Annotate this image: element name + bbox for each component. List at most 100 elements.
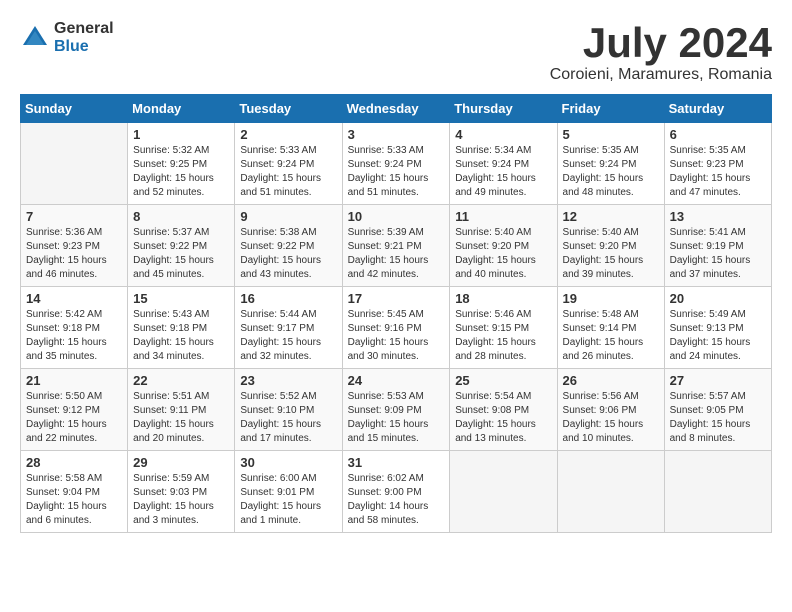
calendar-cell: 6 Sunrise: 5:35 AM Sunset: 9:23 PM Daylig… [664,123,771,205]
day-info: Sunrise: 5:38 AM Sunset: 9:22 PM Dayligh… [240,226,336,282]
calendar-header: SundayMondayTuesdayWednesdayThursdayFrid… [21,95,772,123]
day-number: 21 [26,373,122,388]
day-number: 22 [133,373,229,388]
day-number: 4 [455,127,551,142]
calendar-cell: 17 Sunrise: 5:45 AM Sunset: 9:16 PM Dayli… [342,287,450,369]
calendar-cell [557,451,664,533]
day-number: 5 [563,127,659,142]
day-number: 3 [348,127,445,142]
logo-blue: Blue [54,38,114,56]
day-info: Sunrise: 5:44 AM Sunset: 9:17 PM Dayligh… [240,308,336,364]
day-info: Sunrise: 5:32 AM Sunset: 9:25 PM Dayligh… [133,144,229,200]
day-number: 24 [348,373,445,388]
day-info: Sunrise: 5:35 AM Sunset: 9:23 PM Dayligh… [670,144,766,200]
day-number: 6 [670,127,766,142]
day-number: 12 [563,209,659,224]
page-header: General Blue July 2024 Coroieni, Maramur… [20,20,772,84]
calendar-cell: 20 Sunrise: 5:49 AM Sunset: 9:13 PM Dayli… [664,287,771,369]
day-info: Sunrise: 5:39 AM Sunset: 9:21 PM Dayligh… [348,226,445,282]
calendar-cell: 26Sunrise: 5:56 AM Sunset: 9:06 PM Dayli… [557,369,664,451]
day-number: 28 [26,455,122,470]
calendar-cell: 11Sunrise: 5:40 AM Sunset: 9:20 PM Dayli… [450,205,557,287]
calendar-body: 1 Sunrise: 5:32 AM Sunset: 9:25 PM Daylig… [21,123,772,533]
calendar-cell: 13 Sunrise: 5:41 AM Sunset: 9:19 PM Dayli… [664,205,771,287]
calendar-cell [21,123,128,205]
day-info: Sunrise: 5:52 AM Sunset: 9:10 PM Dayligh… [240,390,336,446]
logo-general: General [54,20,114,38]
day-number: 8 [133,209,229,224]
day-info: Sunrise: 6:00 AM Sunset: 9:01 PM Dayligh… [240,472,336,528]
day-number: 9 [240,209,336,224]
location-subtitle: Coroieni, Maramures, Romania [550,66,772,84]
header-thursday: Thursday [450,95,557,123]
header-wednesday: Wednesday [342,95,450,123]
day-number: 11 [455,209,551,224]
calendar-cell: 31 Sunrise: 6:02 AM Sunset: 9:00 PM Dayli… [342,451,450,533]
logo-text: General Blue [54,20,114,55]
day-info: Sunrise: 5:58 AM Sunset: 9:04 PM Dayligh… [26,472,122,528]
calendar-week-3: 21 Sunrise: 5:50 AM Sunset: 9:12 PM Dayli… [21,369,772,451]
day-number: 27 [670,373,766,388]
logo: General Blue [20,20,114,55]
day-number: 19 [563,291,659,306]
day-number: 10 [348,209,445,224]
calendar-table: SundayMondayTuesdayWednesdayThursdayFrid… [20,94,772,533]
day-info: Sunrise: 5:48 AM Sunset: 9:14 PM Dayligh… [563,308,659,364]
calendar-cell: 28 Sunrise: 5:58 AM Sunset: 9:04 PM Dayli… [21,451,128,533]
calendar-cell: 10 Sunrise: 5:39 AM Sunset: 9:21 PM Dayli… [342,205,450,287]
day-info: Sunrise: 6:02 AM Sunset: 9:00 PM Dayligh… [348,472,445,528]
day-info: Sunrise: 5:59 AM Sunset: 9:03 PM Dayligh… [133,472,229,528]
calendar-cell: 24 Sunrise: 5:53 AM Sunset: 9:09 PM Dayli… [342,369,450,451]
month-title: July 2024 [550,20,772,66]
day-info: Sunrise: 5:37 AM Sunset: 9:22 PM Dayligh… [133,226,229,282]
day-info: Sunrise: 5:49 AM Sunset: 9:13 PM Dayligh… [670,308,766,364]
day-info: Sunrise: 5:45 AM Sunset: 9:16 PM Dayligh… [348,308,445,364]
day-number: 13 [670,209,766,224]
day-info: Sunrise: 5:33 AM Sunset: 9:24 PM Dayligh… [240,144,336,200]
day-info: Sunrise: 5:34 AM Sunset: 9:24 PM Dayligh… [455,144,551,200]
calendar-cell [450,451,557,533]
day-info: Sunrise: 5:50 AM Sunset: 9:12 PM Dayligh… [26,390,122,446]
day-info: Sunrise: 5:57 AM Sunset: 9:05 PM Dayligh… [670,390,766,446]
day-number: 17 [348,291,445,306]
day-number: 7 [26,209,122,224]
day-number: 2 [240,127,336,142]
day-info: Sunrise: 5:51 AM Sunset: 9:11 PM Dayligh… [133,390,229,446]
logo-icon [20,23,50,53]
calendar-week-1: 7 Sunrise: 5:36 AM Sunset: 9:23 PM Daylig… [21,205,772,287]
header-friday: Friday [557,95,664,123]
day-info: Sunrise: 5:46 AM Sunset: 9:15 PM Dayligh… [455,308,551,364]
day-number: 29 [133,455,229,470]
day-info: Sunrise: 5:33 AM Sunset: 9:24 PM Dayligh… [348,144,445,200]
calendar-cell: 25 Sunrise: 5:54 AM Sunset: 9:08 PM Dayli… [450,369,557,451]
calendar-cell [664,451,771,533]
calendar-cell: 30 Sunrise: 6:00 AM Sunset: 9:01 PM Dayli… [235,451,342,533]
day-info: Sunrise: 5:36 AM Sunset: 9:23 PM Dayligh… [26,226,122,282]
day-number: 20 [670,291,766,306]
calendar-cell: 15Sunrise: 5:43 AM Sunset: 9:18 PM Dayli… [128,287,235,369]
day-info: Sunrise: 5:56 AM Sunset: 9:06 PM Dayligh… [563,390,659,446]
calendar-cell: 7 Sunrise: 5:36 AM Sunset: 9:23 PM Daylig… [21,205,128,287]
calendar-week-0: 1 Sunrise: 5:32 AM Sunset: 9:25 PM Daylig… [21,123,772,205]
calendar-cell: 2 Sunrise: 5:33 AM Sunset: 9:24 PM Daylig… [235,123,342,205]
day-number: 23 [240,373,336,388]
day-number: 31 [348,455,445,470]
calendar-cell: 14Sunrise: 5:42 AM Sunset: 9:18 PM Dayli… [21,287,128,369]
day-info: Sunrise: 5:43 AM Sunset: 9:18 PM Dayligh… [133,308,229,364]
day-number: 25 [455,373,551,388]
day-number: 16 [240,291,336,306]
calendar-cell: 4 Sunrise: 5:34 AM Sunset: 9:24 PM Daylig… [450,123,557,205]
day-info: Sunrise: 5:54 AM Sunset: 9:08 PM Dayligh… [455,390,551,446]
calendar-cell: 23 Sunrise: 5:52 AM Sunset: 9:10 PM Dayli… [235,369,342,451]
header-sunday: Sunday [21,95,128,123]
calendar-cell: 3 Sunrise: 5:33 AM Sunset: 9:24 PM Daylig… [342,123,450,205]
calendar-cell: 1 Sunrise: 5:32 AM Sunset: 9:25 PM Daylig… [128,123,235,205]
calendar-cell: 19 Sunrise: 5:48 AM Sunset: 9:14 PM Dayli… [557,287,664,369]
calendar-week-4: 28 Sunrise: 5:58 AM Sunset: 9:04 PM Dayli… [21,451,772,533]
day-info: Sunrise: 5:41 AM Sunset: 9:19 PM Dayligh… [670,226,766,282]
day-info: Sunrise: 5:53 AM Sunset: 9:09 PM Dayligh… [348,390,445,446]
day-number: 1 [133,127,229,142]
day-info: Sunrise: 5:42 AM Sunset: 9:18 PM Dayligh… [26,308,122,364]
day-info: Sunrise: 5:40 AM Sunset: 9:20 PM Dayligh… [563,226,659,282]
day-number: 30 [240,455,336,470]
